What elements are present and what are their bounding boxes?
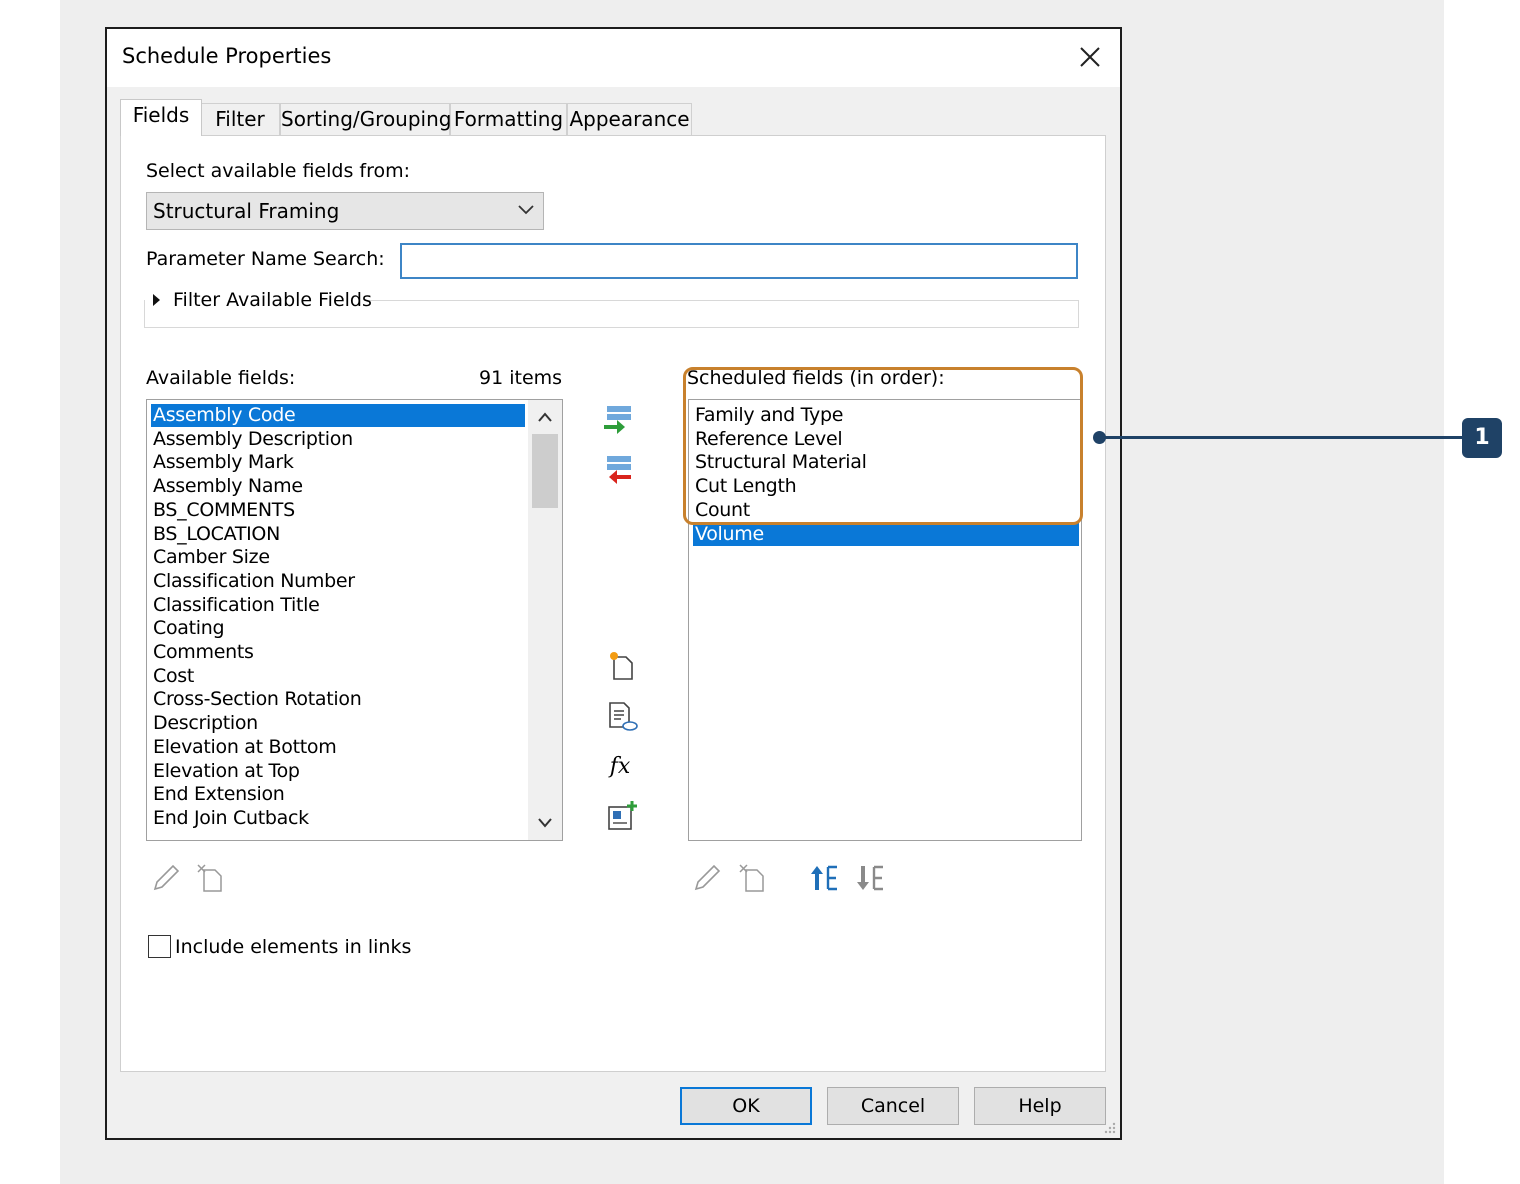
move-up-icon [811, 865, 837, 891]
list-item[interactable]: Cost [151, 665, 525, 688]
list-item[interactable]: Volume [693, 522, 1079, 546]
tab-formatting[interactable]: Formatting [450, 103, 567, 135]
fields-panel: Select available fields from: Structural… [120, 135, 1106, 1072]
combine-parameters-button[interactable] [602, 796, 642, 836]
move-down-icon [857, 865, 883, 891]
calculated-value-button[interactable]: fx [600, 746, 640, 786]
chevron-down-icon [538, 818, 552, 828]
tab-filter[interactable]: Filter [200, 103, 280, 135]
edit-parameter-button[interactable] [602, 696, 642, 736]
list-item[interactable]: Cross-Section Rotation [151, 688, 525, 711]
list-item[interactable]: Elevation at Top [151, 760, 525, 783]
available-scrollbar[interactable] [528, 400, 562, 840]
parameter-properties-icon [609, 702, 638, 731]
include-links-label: Include elements in links [175, 936, 412, 958]
combine-parameters-icon [608, 801, 637, 830]
chevron-up-icon [538, 412, 552, 422]
callout-badge: 1 [1462, 418, 1502, 458]
pencil-icon [694, 864, 721, 891]
dialog-title: Schedule Properties [122, 44, 332, 68]
formula-icon: fx [609, 753, 631, 779]
list-item[interactable]: Assembly Name [151, 475, 525, 498]
list-item[interactable]: Assembly Description [151, 428, 525, 451]
callout-dot [1093, 431, 1106, 444]
tab-fields[interactable]: Fields [120, 99, 202, 136]
available-fields-list[interactable]: Assembly Code Assembly Description Assembl… [146, 399, 563, 841]
remove-parameter-icon [607, 456, 631, 484]
param-search-input[interactable] [400, 243, 1078, 279]
tab-appearance[interactable]: Appearance [567, 103, 692, 135]
list-item[interactable]: Elevation at Bottom [151, 736, 525, 759]
scroll-down-button[interactable] [528, 808, 562, 838]
list-item[interactable]: Assembly Mark [151, 451, 525, 474]
schedule-properties-dialog: Schedule Properties Fields Filter Sortin… [105, 27, 1122, 1140]
callout-line [1100, 436, 1462, 439]
available-fields-label: Available fields: [146, 367, 296, 389]
pencil-icon [153, 864, 180, 891]
tab-sorting-grouping[interactable]: Sorting/Grouping [280, 103, 451, 135]
list-item[interactable]: End Join Cutback [151, 807, 525, 830]
add-field-button[interactable] [598, 400, 638, 440]
move-up-button[interactable] [805, 858, 845, 898]
list-item-partial [151, 827, 153, 840]
scheduled-fields-highlight [683, 367, 1083, 525]
cancel-button[interactable]: Cancel [827, 1087, 959, 1125]
available-count: 91 items [479, 367, 563, 389]
resize-grip-icon[interactable] [1102, 1120, 1116, 1134]
list-item[interactable]: Comments [151, 641, 525, 664]
help-button[interactable]: Help [974, 1087, 1106, 1125]
delete-scheduled-button[interactable] [733, 858, 773, 898]
chevron-down-icon [518, 205, 534, 215]
list-item[interactable]: BS_LOCATION [151, 523, 525, 546]
filter-available-label: Filter Available Fields [173, 289, 372, 311]
list-item[interactable]: Camber Size [151, 546, 525, 569]
close-icon [1080, 47, 1100, 67]
category-dropdown[interactable]: Structural Framing [146, 192, 544, 230]
delete-available-button[interactable] [191, 858, 231, 898]
delete-parameter-icon [739, 864, 764, 892]
list-item[interactable]: Description [151, 712, 525, 735]
include-links-checkbox[interactable] [148, 935, 171, 958]
list-item[interactable]: Coating [151, 617, 525, 640]
expand-arrow-icon [153, 294, 160, 306]
list-item[interactable]: Classification Number [151, 570, 525, 593]
scroll-thumb[interactable] [532, 434, 558, 508]
close-button[interactable] [1072, 39, 1108, 75]
title-bar: Schedule Properties [107, 29, 1120, 87]
add-parameter-icon [604, 406, 631, 434]
edit-scheduled-button[interactable] [687, 858, 727, 898]
ok-button[interactable]: OK [680, 1087, 812, 1125]
select-from-label: Select available fields from: [146, 160, 411, 182]
list-item[interactable]: BS_COMMENTS [151, 499, 525, 522]
delete-parameter-icon [197, 864, 222, 892]
scroll-up-button[interactable] [528, 402, 562, 432]
new-parameter-icon [610, 652, 633, 680]
list-item[interactable]: End Extension [151, 783, 525, 806]
param-search-label: Parameter Name Search: [146, 248, 385, 270]
list-item[interactable]: Assembly Code [151, 404, 525, 427]
list-item[interactable]: Classification Title [151, 594, 525, 617]
edit-available-button[interactable] [146, 858, 186, 898]
new-parameter-button[interactable] [602, 646, 642, 686]
move-down-button[interactable] [851, 858, 891, 898]
filter-available-toggle[interactable]: Filter Available Fields [149, 286, 372, 314]
remove-field-button[interactable] [598, 450, 638, 490]
category-dropdown-value: Structural Framing [153, 199, 340, 223]
